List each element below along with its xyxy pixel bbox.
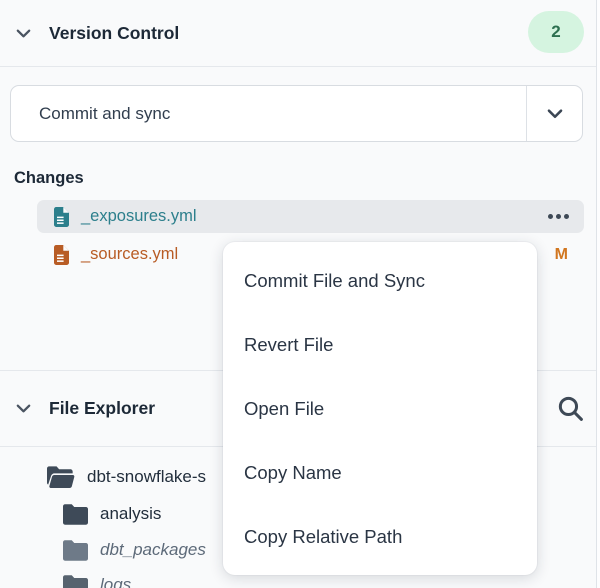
folder-open-icon	[47, 466, 75, 489]
version-control-header[interactable]: Version Control	[0, 0, 596, 67]
modified-status-badge: M	[555, 246, 568, 264]
tree-item-logs[interactable]: logs	[63, 572, 131, 588]
tree-item-project-root[interactable]: dbt-snowflake-s	[47, 464, 206, 490]
commit-and-sync-label: Commit and sync	[39, 104, 170, 124]
tree-item-analysis[interactable]: analysis	[63, 501, 161, 527]
tree-item-label: dbt_packages	[100, 540, 206, 560]
file-icon	[54, 245, 70, 265]
file-icon	[54, 207, 70, 227]
tree-item-dbt-packages[interactable]: dbt_packages	[63, 537, 206, 563]
commit-and-sync-dropdown[interactable]: Commit and sync	[10, 85, 583, 142]
tree-item-label: analysis	[100, 504, 161, 524]
menu-item-commit-file-and-sync[interactable]: Commit File and Sync	[223, 249, 537, 313]
folder-icon	[63, 575, 88, 588]
version-control-title: Version Control	[49, 23, 179, 44]
file-context-menu: Commit File and Sync Revert File Open Fi…	[223, 242, 537, 575]
chevron-down-icon	[14, 24, 33, 43]
changed-file-name: _exposures.yml	[81, 207, 197, 226]
tree-item-label: logs	[100, 575, 131, 588]
changes-count-value: 2	[551, 22, 560, 42]
menu-item-revert-file[interactable]: Revert File	[223, 313, 537, 377]
menu-item-copy-relative-path[interactable]: Copy Relative Path	[223, 505, 537, 569]
chevron-down-icon	[14, 399, 33, 418]
commit-dropdown-toggle[interactable]	[526, 86, 582, 141]
file-actions-ellipsis-icon[interactable]	[546, 210, 571, 223]
changes-heading: Changes	[14, 169, 84, 188]
menu-item-open-file[interactable]: Open File	[223, 377, 537, 441]
menu-item-copy-name[interactable]: Copy Name	[223, 441, 537, 505]
search-button[interactable]	[556, 394, 585, 423]
folder-icon	[63, 504, 88, 525]
file-explorer-title: File Explorer	[49, 398, 155, 419]
search-icon	[556, 394, 585, 423]
folder-icon	[63, 540, 88, 561]
changed-file-name: _sources.yml	[81, 245, 178, 264]
changed-file-row-exposures[interactable]: _exposures.yml	[37, 200, 584, 233]
chevron-down-icon	[544, 103, 566, 125]
changes-count-badge: 2	[528, 11, 584, 53]
tree-item-label: dbt-snowflake-s	[87, 467, 206, 487]
sidebar-panel: Version Control 2 Commit and sync Change…	[0, 0, 600, 588]
